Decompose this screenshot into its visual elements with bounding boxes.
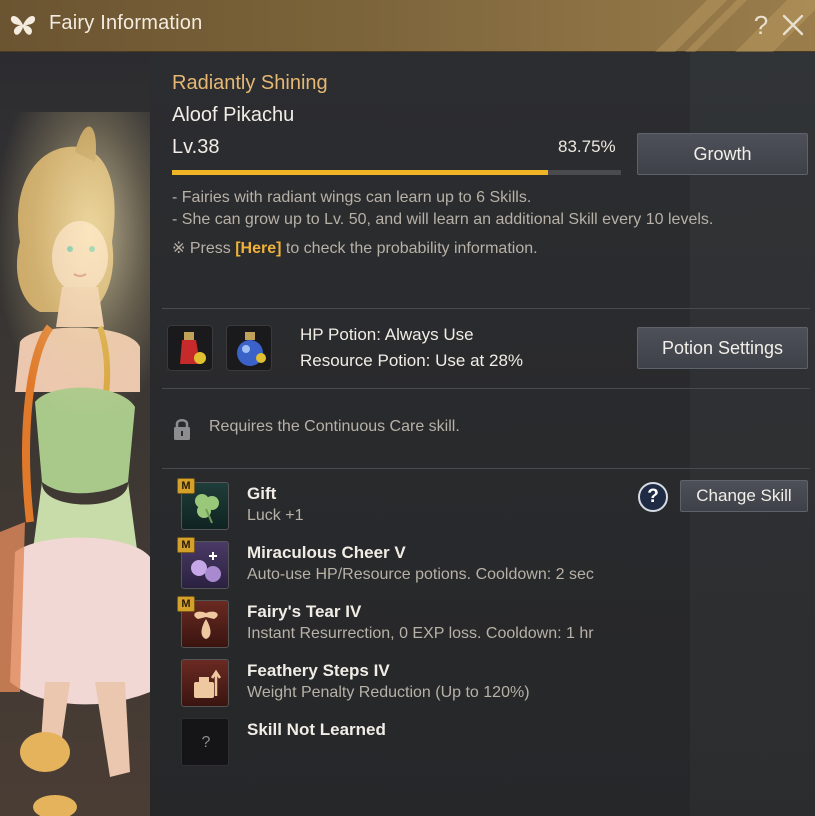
growth-button[interactable]: Growth (637, 133, 808, 175)
exp-bar-fill (172, 170, 549, 175)
skill-name: Feathery Steps IV (247, 661, 390, 680)
skill-item-fairys-tear[interactable]: M Fairy's Tear IV Instant Resurrection, … (177, 596, 811, 650)
skill-item-feathery-steps[interactable]: Feathery Steps IV Weight Penalty Reducti… (181, 659, 811, 709)
close-icon[interactable] (780, 12, 806, 38)
help-button[interactable]: ? (750, 10, 772, 40)
divider (162, 388, 810, 389)
divider (162, 468, 810, 469)
unknown-skill-icon: ? (181, 718, 229, 766)
skill-grade-badge: M (177, 478, 195, 494)
exp-percent: 83.75% (558, 137, 616, 156)
window-title: Fairy Information (49, 12, 203, 34)
info-line-3-suffix: to check the probability information. (281, 240, 538, 257)
divider (162, 308, 810, 309)
skill-desc: Luck +1 (247, 507, 304, 524)
fairy-info-window: Fairy Information ? Radiantly Shining Al… (0, 0, 815, 816)
resource-potion-icon (226, 325, 272, 371)
lock-icon (174, 419, 190, 440)
skill-grade-badge: M (177, 537, 195, 553)
weight-icon (181, 659, 229, 707)
skill-desc: Auto-use HP/Resource potions. Cooldown: … (247, 566, 594, 583)
fairy-grade: Radiantly Shining (172, 72, 328, 94)
info-line-3-prefix: ※ Press (172, 240, 236, 257)
hp-potion-icon (167, 325, 213, 371)
info-line-1: - Fairies with radiant wings can learn u… (172, 189, 532, 206)
skill-item-miraculous-cheer[interactable]: M Miraculous Cheer V Auto-use HP/Resourc… (177, 537, 811, 591)
exp-bar (172, 170, 621, 175)
skill-item-not-learned: ? Skill Not Learned (181, 718, 811, 768)
skill-name: Fairy's Tear IV (247, 602, 362, 621)
skill-grade-badge: M (177, 596, 195, 612)
lock-requirement: Requires the Continuous Care skill. (209, 418, 460, 435)
skill-name: Gift (247, 484, 277, 503)
probability-link[interactable]: [Here] (235, 240, 281, 257)
skill-name: Skill Not Learned (247, 720, 386, 739)
fairy-portrait (0, 52, 150, 816)
info-line-2: - She can grow up to Lv. 50, and will le… (172, 211, 714, 228)
hp-potion-setting: HP Potion: Always Use (300, 325, 474, 344)
butterfly-icon (10, 15, 36, 35)
resource-potion-setting: Resource Potion: Use at 28% (300, 351, 524, 370)
potion-settings-button[interactable]: Potion Settings (637, 327, 808, 369)
wing-glow (0, 112, 150, 412)
fairy-level: Lv.38 (172, 136, 220, 158)
skill-name: Miraculous Cheer V (247, 543, 406, 562)
fairy-name: Aloof Pikachu (172, 104, 295, 126)
skill-item-gift[interactable]: M Gift Luck +1 (177, 478, 811, 532)
title-bar: Fairy Information ? (0, 0, 815, 52)
skill-desc: Weight Penalty Reduction (Up to 120%) (247, 684, 530, 701)
question-mark: ? (201, 734, 211, 751)
info-line-3: ※ Press [Here] to check the probability … (172, 238, 538, 258)
skill-desc: Instant Resurrection, 0 EXP loss. Cooldo… (247, 625, 594, 642)
